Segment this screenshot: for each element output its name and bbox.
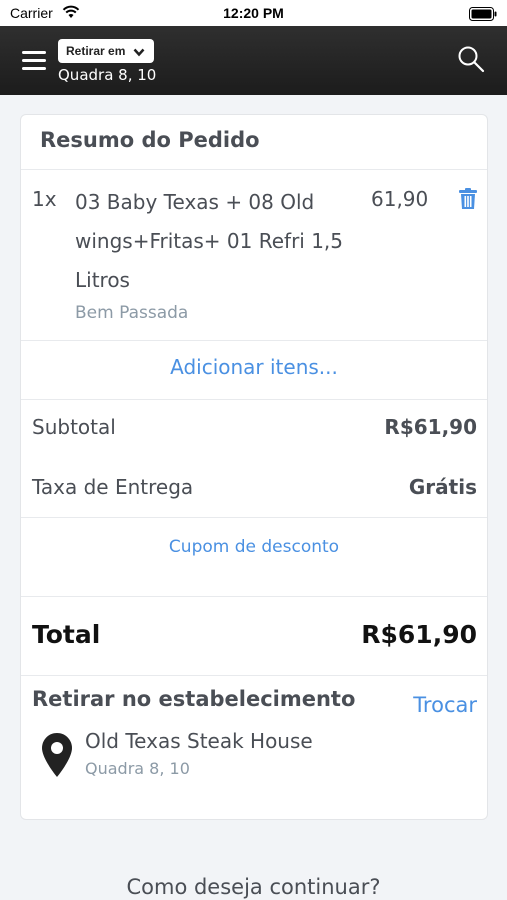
header-address: Quadra 8, 10 xyxy=(58,66,157,84)
add-items-link[interactable]: Adicionar itens... xyxy=(21,355,487,379)
store-name: Old Texas Steak House xyxy=(85,729,313,753)
pickup-mode-dropdown[interactable]: Retirar em xyxy=(58,39,154,63)
coupon-link[interactable]: Cupom de desconto xyxy=(21,537,487,557)
divider xyxy=(21,399,487,400)
continue-prompt: Como deseja continuar? xyxy=(126,875,381,899)
item-name: 03 Baby Texas + 08 Old wings+Fritas+ 01 … xyxy=(75,190,344,292)
map-pin-icon xyxy=(41,732,73,778)
divider xyxy=(21,675,487,676)
status-bar: Carrier 12:20 PM xyxy=(0,0,507,26)
delivery-fee-label: Taxa de Entrega xyxy=(32,475,194,499)
order-summary-card: Resumo do Pedido 1x 03 Baby Texas + 08 O… xyxy=(20,114,488,820)
store-address: Quadra 8, 10 xyxy=(85,759,190,778)
clock: 12:20 PM xyxy=(223,5,284,21)
item-quantity: 1x xyxy=(32,187,57,211)
divider xyxy=(21,596,487,597)
hamburger-icon[interactable] xyxy=(22,51,46,71)
swap-link[interactable]: Trocar xyxy=(413,693,477,717)
total-label: Total xyxy=(32,620,101,649)
item-price: 61,90 xyxy=(371,187,429,211)
subtotal-label: Subtotal xyxy=(32,415,116,439)
search-icon[interactable] xyxy=(457,45,485,73)
delivery-fee-value: Grátis xyxy=(408,475,477,499)
divider xyxy=(21,340,487,341)
item-note: Bem Passada xyxy=(75,303,189,323)
subtotal-value: R$61,90 xyxy=(384,415,477,439)
order-summary-title: Resumo do Pedido xyxy=(40,128,260,152)
divider xyxy=(21,169,487,170)
total-value: R$61,90 xyxy=(361,620,477,649)
pickup-mode-label: Retirar em xyxy=(66,44,126,58)
trash-icon[interactable] xyxy=(458,188,478,210)
chevron-down-icon xyxy=(133,46,145,60)
battery-icon xyxy=(469,6,497,25)
divider xyxy=(21,517,487,518)
pickup-title: Retirar no estabelecimento xyxy=(32,687,356,711)
app-header: Retirar em Quadra 8, 10 xyxy=(0,26,507,95)
